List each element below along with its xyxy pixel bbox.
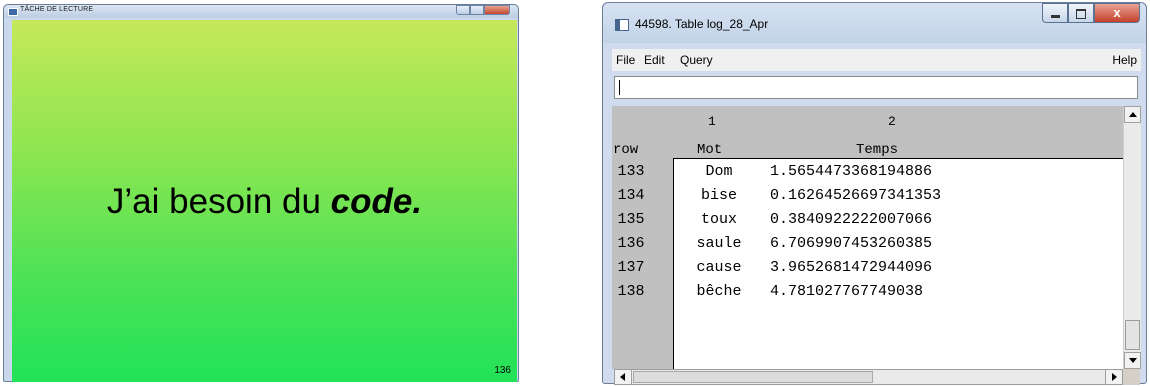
scroll-left-arrow-icon[interactable] xyxy=(615,370,632,384)
menu-bar: File Edit Query Help xyxy=(612,49,1141,71)
table-window: 44598. Table log_28_Apr x File Edit Quer… xyxy=(602,2,1147,385)
target-word: code. xyxy=(330,182,423,221)
row-number: 133 xyxy=(617,163,645,180)
minimize-button[interactable] xyxy=(1042,3,1068,23)
scroll-down-arrow-icon[interactable] xyxy=(1124,352,1141,369)
scrollbar-corner xyxy=(1123,369,1140,385)
cell-mot[interactable]: cause xyxy=(677,259,761,276)
window-title: 44598. Table log_28_Apr xyxy=(635,17,769,31)
horizontal-scrollbar[interactable] xyxy=(614,369,1123,385)
close-button[interactable] xyxy=(484,5,510,15)
cell-temps[interactable]: 0.3840922222007066 xyxy=(770,211,932,228)
title-bar: TÂCHE DE LECTURE xyxy=(4,5,518,18)
menu-query[interactable]: Query xyxy=(680,53,713,67)
scroll-right-arrow-icon[interactable] xyxy=(1105,370,1122,384)
menu-edit[interactable]: Edit xyxy=(644,53,665,67)
window-controls: x xyxy=(1042,3,1140,23)
scroll-up-arrow-icon[interactable] xyxy=(1124,106,1141,123)
stimulus-screen: J’ai besoin du code. 136 xyxy=(12,20,517,382)
menu-file[interactable]: File xyxy=(616,53,635,67)
column-header-mot[interactable]: Mot xyxy=(697,142,722,158)
maximize-button[interactable] xyxy=(470,5,484,15)
text-caret xyxy=(619,80,620,95)
vertical-scrollbar[interactable] xyxy=(1123,106,1141,369)
window-icon xyxy=(8,8,18,16)
menu-help[interactable]: Help xyxy=(1112,53,1137,67)
row-header: row xyxy=(613,142,639,158)
window-controls xyxy=(456,5,510,16)
title-bar: 44598. Table log_28_Apr x xyxy=(603,3,1146,43)
sentence-text: J’ai besoin du xyxy=(106,182,331,221)
cell-mot[interactable]: bise xyxy=(677,187,761,204)
row-number: 137 xyxy=(617,259,645,276)
cell-temps[interactable]: 3.9652681472944096 xyxy=(770,259,932,276)
cell-temps[interactable]: 4.781027767749038 xyxy=(770,283,923,300)
stimulus-sentence: J’ai besoin du code. xyxy=(12,182,517,222)
cell-temps[interactable]: 0.16264526697341353 xyxy=(770,187,941,204)
cell-mot[interactable]: bêche xyxy=(677,283,761,300)
cell-mot[interactable]: toux xyxy=(677,211,761,228)
close-button[interactable]: x xyxy=(1094,3,1140,23)
cell-temps[interactable]: 6.7069907453260385 xyxy=(770,235,932,252)
row-number: 138 xyxy=(617,283,645,300)
column-header-temps[interactable]: Temps xyxy=(856,142,898,158)
trial-counter: 136 xyxy=(494,365,511,376)
reading-task-window: TÂCHE DE LECTURE J’ai besoin du code. 13… xyxy=(3,4,519,382)
cell-mot[interactable]: saule xyxy=(677,235,761,252)
row-number: 136 xyxy=(617,235,645,252)
window-title: TÂCHE DE LECTURE xyxy=(20,6,94,13)
column-index-1: 1 xyxy=(708,114,716,129)
cell-mot[interactable]: Dom xyxy=(677,163,761,180)
table-window-icon xyxy=(615,19,629,31)
row-number: 134 xyxy=(617,187,645,204)
maximize-button[interactable] xyxy=(1068,3,1094,23)
row-number: 135 xyxy=(617,211,645,228)
cell-temps[interactable]: 1.5654473368194886 xyxy=(770,163,932,180)
horizontal-scroll-thumb[interactable] xyxy=(633,371,873,383)
minimize-button[interactable] xyxy=(456,5,470,15)
data-grid[interactable]: 1 2 row Mot Temps 133 Dom 1.565447336819… xyxy=(612,106,1123,369)
vertical-scroll-thumb[interactable] xyxy=(1125,320,1140,350)
command-input[interactable] xyxy=(614,76,1138,99)
column-index-2: 2 xyxy=(888,114,896,129)
